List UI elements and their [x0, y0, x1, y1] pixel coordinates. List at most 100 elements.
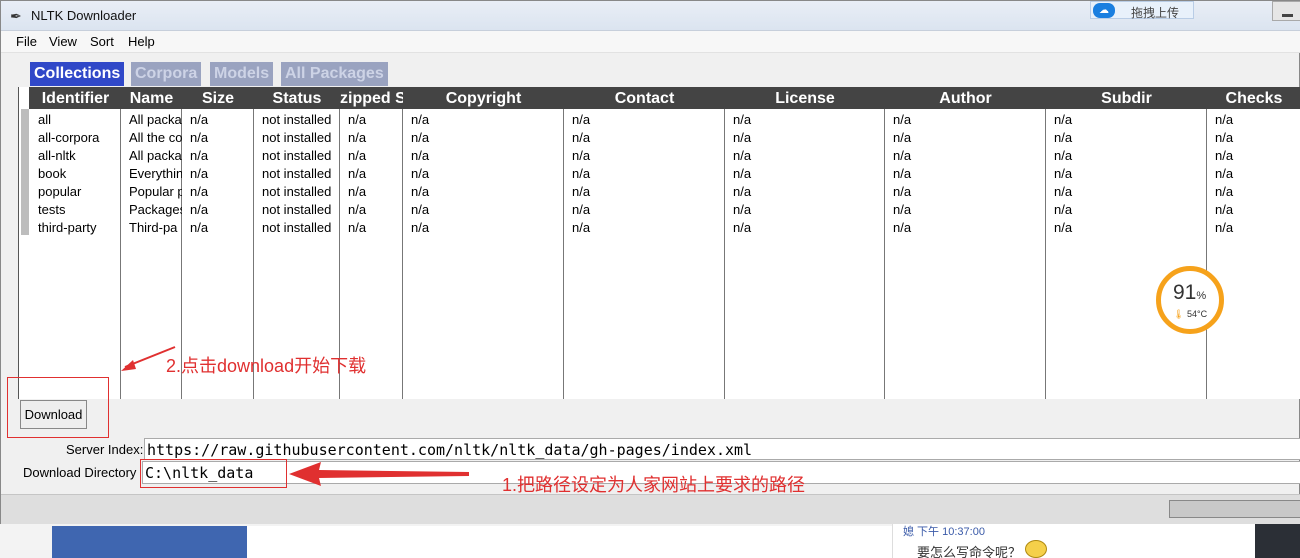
table-cell[interactable]: n/a — [1215, 219, 1300, 237]
table-cell[interactable]: Third-pa — [129, 219, 182, 237]
table-cell[interactable]: n/a — [1215, 111, 1300, 129]
table-cell[interactable]: n/a — [572, 183, 725, 201]
tab-collections[interactable]: Collections — [30, 62, 125, 86]
table-cell[interactable]: n/a — [348, 183, 403, 201]
table-cell[interactable]: not installed — [262, 219, 340, 237]
table-cell[interactable]: All the co — [129, 129, 182, 147]
column-header-checks[interactable]: Checks — [1207, 88, 1300, 109]
table-cell[interactable]: n/a — [893, 111, 1046, 129]
table-cell[interactable]: not installed — [262, 147, 340, 165]
table-cell[interactable]: n/a — [733, 183, 885, 201]
table-cell[interactable]: not installed — [262, 183, 340, 201]
package-identifier[interactable]: all — [38, 111, 121, 129]
table-cell[interactable]: n/a — [1054, 129, 1207, 147]
table-cell[interactable]: n/a — [733, 129, 885, 147]
menu-help[interactable]: Help — [128, 34, 155, 49]
package-identifier[interactable]: book — [38, 165, 121, 183]
column-header-name[interactable]: Name — [121, 88, 182, 109]
table-cell[interactable]: All packa — [129, 111, 182, 129]
tab-models[interactable]: Models — [210, 62, 274, 86]
menu-view[interactable]: View — [49, 34, 77, 49]
table-cell[interactable]: n/a — [733, 165, 885, 183]
table-cell[interactable]: n/a — [348, 111, 403, 129]
table-cell[interactable]: n/a — [190, 111, 254, 129]
tab-corpora[interactable]: Corpora — [131, 62, 202, 86]
minimize-button[interactable] — [1272, 1, 1300, 21]
table-cell[interactable]: n/a — [190, 219, 254, 237]
table-cell[interactable]: n/a — [733, 219, 885, 237]
table-cell[interactable]: n/a — [893, 147, 1046, 165]
table-cell[interactable]: n/a — [348, 219, 403, 237]
table-cell[interactable]: not installed — [262, 111, 340, 129]
table-cell[interactable]: n/a — [411, 165, 564, 183]
column-header-author[interactable]: Author — [885, 88, 1046, 109]
table-cell[interactable]: n/a — [733, 111, 885, 129]
table-cell[interactable]: not installed — [262, 201, 340, 219]
table-cell[interactable]: n/a — [411, 129, 564, 147]
table-cell[interactable]: n/a — [893, 201, 1046, 219]
column-header-contact[interactable]: Contact — [564, 88, 725, 109]
package-identifier[interactable]: all-corpora — [38, 129, 121, 147]
package-identifier[interactable]: all-nltk — [38, 147, 121, 165]
server-index-field[interactable]: https://raw.githubusercontent.com/nltk/n… — [144, 438, 1300, 460]
table-cell[interactable]: n/a — [190, 129, 254, 147]
table-cell[interactable]: n/a — [893, 219, 1046, 237]
table-cell[interactable]: n/a — [572, 201, 725, 219]
table-cell[interactable]: n/a — [348, 129, 403, 147]
table-cell[interactable]: n/a — [1215, 147, 1300, 165]
table-cell[interactable]: Packages — [129, 201, 182, 219]
table-cell[interactable]: n/a — [190, 147, 254, 165]
table-scrollbar[interactable] — [21, 109, 29, 235]
package-identifier[interactable]: popular — [38, 183, 121, 201]
menu-file[interactable]: File — [16, 34, 37, 49]
cpu-gauge[interactable]: 91% 🌡 54°C — [1156, 266, 1224, 334]
table-cell[interactable]: n/a — [1054, 219, 1207, 237]
table-cell[interactable]: Everythin — [129, 165, 182, 183]
table-cell[interactable]: n/a — [348, 165, 403, 183]
table-cell[interactable]: n/a — [411, 183, 564, 201]
table-cell[interactable]: n/a — [733, 201, 885, 219]
package-identifier[interactable]: third-party — [38, 219, 121, 237]
table-cell[interactable]: n/a — [190, 183, 254, 201]
table-cell[interactable]: n/a — [893, 129, 1046, 147]
table-cell[interactable]: n/a — [733, 147, 885, 165]
table-cell[interactable]: not installed — [262, 165, 340, 183]
table-cell[interactable]: n/a — [893, 165, 1046, 183]
column-header-status[interactable]: Status — [254, 88, 340, 109]
table-cell[interactable]: n/a — [1054, 183, 1207, 201]
column-header-subdir[interactable]: Subdir — [1046, 88, 1207, 109]
table-cell[interactable]: n/a — [348, 201, 403, 219]
column-header-size[interactable]: Size — [182, 88, 254, 109]
table-cell[interactable]: n/a — [572, 219, 725, 237]
table-cell[interactable]: n/a — [572, 129, 725, 147]
column-header-license[interactable]: License — [725, 88, 885, 109]
table-cell[interactable]: n/a — [190, 165, 254, 183]
table-cell[interactable]: n/a — [1215, 129, 1300, 147]
column-header-identifier[interactable]: Identifier — [30, 88, 121, 109]
table-cell[interactable]: n/a — [1215, 183, 1300, 201]
upload-widget[interactable]: ☁ 拖拽上传 — [1090, 1, 1194, 20]
table-cell[interactable]: n/a — [1215, 201, 1300, 219]
table-cell[interactable]: n/a — [1215, 165, 1300, 183]
table-cell[interactable]: n/a — [411, 147, 564, 165]
table-cell[interactable]: n/a — [1054, 147, 1207, 165]
table-cell[interactable]: not installed — [262, 129, 340, 147]
table-cell[interactable]: n/a — [1054, 201, 1207, 219]
table-cell[interactable]: n/a — [348, 147, 403, 165]
table-cell[interactable]: Popular p — [129, 183, 182, 201]
table-cell[interactable]: n/a — [1054, 165, 1207, 183]
table-cell[interactable]: n/a — [411, 201, 564, 219]
table-cell[interactable]: n/a — [893, 183, 1046, 201]
column-header-copyright[interactable]: Copyright — [403, 88, 564, 109]
tab-all-packages[interactable]: All Packages — [281, 62, 388, 86]
table-cell[interactable]: n/a — [572, 111, 725, 129]
download-button[interactable]: Download — [20, 400, 87, 429]
table-cell[interactable]: n/a — [190, 201, 254, 219]
table-cell[interactable]: n/a — [572, 147, 725, 165]
table-cell[interactable]: All packa — [129, 147, 182, 165]
package-identifier[interactable]: tests — [38, 201, 121, 219]
column-header-zipped-s[interactable]: zipped S — [340, 88, 403, 109]
table-cell[interactable]: n/a — [1054, 111, 1207, 129]
table-cell[interactable]: n/a — [411, 219, 564, 237]
table-cell[interactable]: n/a — [572, 165, 725, 183]
